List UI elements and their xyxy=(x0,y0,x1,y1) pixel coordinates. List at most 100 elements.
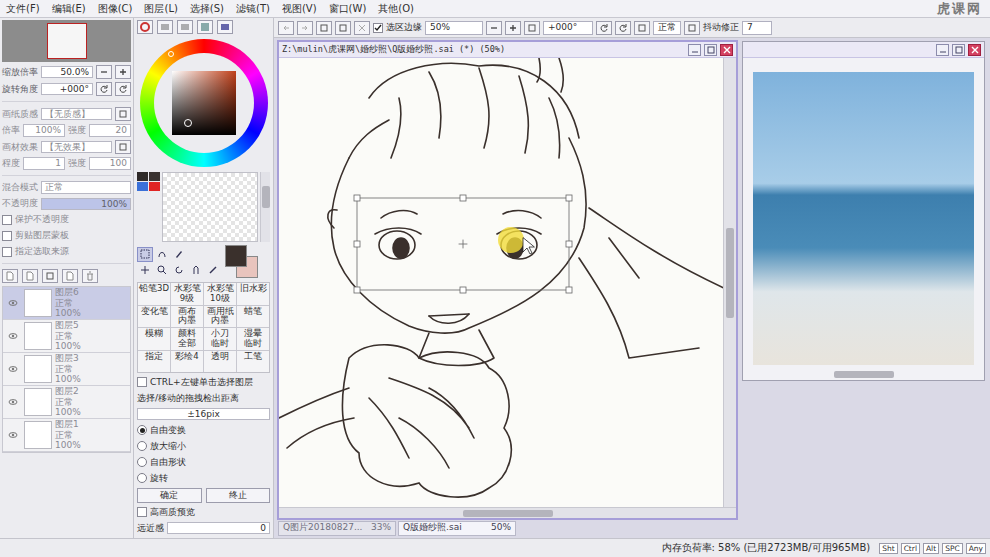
minimize-icon[interactable] xyxy=(936,44,949,56)
hq-checkbox[interactable] xyxy=(137,507,147,517)
texture-field[interactable]: 100 xyxy=(89,157,131,170)
brush-slot[interactable]: 蜡笔 xyxy=(237,306,269,328)
blend-select[interactable]: 正常 xyxy=(653,21,681,35)
transform-mode[interactable]: 放大缩小 xyxy=(137,440,270,453)
rotate-reset-icon[interactable] xyxy=(115,82,131,96)
horizontal-scrollbar[interactable] xyxy=(743,369,984,380)
brush-slot[interactable]: 变化笔 xyxy=(138,306,170,328)
layer-item[interactable]: 图层3正常100% xyxy=(3,353,130,386)
color-wheel-icon[interactable] xyxy=(137,20,153,34)
brush-slot[interactable]: 工笔 xyxy=(237,351,269,372)
scratch-pad[interactable] xyxy=(162,172,258,242)
eye-icon[interactable] xyxy=(5,362,21,377)
new-layer-icon[interactable] xyxy=(2,269,18,283)
color-swatch[interactable] xyxy=(149,172,160,181)
radio[interactable] xyxy=(137,473,147,483)
close-icon[interactable] xyxy=(968,44,981,56)
hsv-slider-icon[interactable] xyxy=(177,20,193,34)
zoom-field[interactable]: 50.0% xyxy=(41,66,93,79)
color-swatch[interactable] xyxy=(149,182,160,191)
texture-select[interactable]: 【无效果】 xyxy=(41,141,112,154)
menu-item[interactable]: 其他(O) xyxy=(378,3,414,15)
radio[interactable] xyxy=(137,441,147,451)
layer-item[interactable]: 图层1正常100% xyxy=(3,419,130,452)
rotation-select[interactable]: +000° xyxy=(543,21,593,35)
rgb-slider-icon[interactable] xyxy=(157,20,173,34)
rotate-icon[interactable] xyxy=(96,82,112,96)
layer-item[interactable]: 图层2正常100% xyxy=(3,386,130,419)
primary-color[interactable] xyxy=(225,245,247,267)
delete-layer-icon[interactable] xyxy=(82,269,98,283)
rotate-tool-icon[interactable] xyxy=(171,263,187,278)
selection-edge-checkbox[interactable] xyxy=(373,23,383,33)
magic-wand-icon[interactable] xyxy=(171,247,187,262)
redo-icon[interactable] xyxy=(297,21,313,35)
menu-item[interactable]: 图层(L) xyxy=(144,3,177,15)
drag-field[interactable]: ±16pix xyxy=(137,408,270,421)
lasso-tool-icon[interactable] xyxy=(154,247,170,262)
clear-icon[interactable] xyxy=(354,21,370,35)
transform-mode[interactable]: 自由变换 xyxy=(137,424,270,437)
menu-item[interactable]: 图像(C) xyxy=(98,3,133,15)
dropdown-icon[interactable] xyxy=(115,107,131,121)
eyedropper-icon[interactable] xyxy=(205,263,221,278)
radio[interactable] xyxy=(137,425,147,435)
color-swatch[interactable] xyxy=(137,172,148,181)
menu-item[interactable]: 视图(V) xyxy=(282,3,317,15)
menu-item[interactable]: 滤镜(T) xyxy=(236,3,270,15)
swatch-icon[interactable] xyxy=(197,20,213,34)
zoom-select[interactable]: 50% xyxy=(425,21,483,35)
menu-item[interactable]: 选择(S) xyxy=(190,3,224,15)
brush-slot[interactable]: 模糊 xyxy=(138,328,170,350)
menu-item[interactable]: 窗口(W) xyxy=(329,3,367,15)
texture-field[interactable]: 1 xyxy=(23,157,65,170)
opacity-slider[interactable]: 100% xyxy=(41,198,131,210)
brush-slot[interactable]: 湿晕 临时 xyxy=(237,328,269,350)
layer-item[interactable]: 图层6正常100% xyxy=(3,287,130,320)
maximize-icon[interactable] xyxy=(952,44,965,56)
brush-slot[interactable]: 画布 内墨 xyxy=(171,306,203,328)
invert-icon[interactable] xyxy=(335,21,351,35)
eye-icon[interactable] xyxy=(5,329,21,344)
brush-slot[interactable]: 水彩笔 9级 xyxy=(171,283,203,305)
undo-icon[interactable] xyxy=(278,21,294,35)
document-tab[interactable]: Q版婚纱照.sai50% xyxy=(398,521,516,536)
select-tool-icon[interactable] xyxy=(137,247,153,262)
rotate-right-icon[interactable] xyxy=(615,21,631,35)
empty-tool-icon[interactable] xyxy=(205,247,221,262)
ctrl-select-checkbox[interactable] xyxy=(137,377,147,387)
rotate-left-icon[interactable] xyxy=(596,21,612,35)
layer-mode-icon[interactable] xyxy=(684,21,700,35)
canvas-paper[interactable] xyxy=(279,58,723,507)
brush-slot[interactable]: 颜料 全部 xyxy=(171,328,203,350)
zoom-in-icon[interactable] xyxy=(115,65,131,79)
brush-slot[interactable]: 水彩笔 10级 xyxy=(204,283,236,305)
blend-select[interactable]: 正常 xyxy=(41,181,131,194)
menu-item[interactable]: 编辑(E) xyxy=(52,3,86,15)
hand-tool-icon[interactable] xyxy=(188,263,204,278)
document-tab[interactable]: Q图片20180827...33% xyxy=(278,521,396,536)
eye-icon[interactable] xyxy=(5,395,21,410)
radio[interactable] xyxy=(137,457,147,467)
move-tool-icon[interactable] xyxy=(137,263,153,278)
close-icon[interactable] xyxy=(720,44,733,56)
dropdown-icon[interactable] xyxy=(115,140,131,154)
flip-icon[interactable] xyxy=(634,21,650,35)
layer-option-checkbox[interactable] xyxy=(2,215,12,225)
eye-icon[interactable] xyxy=(5,296,21,311)
copy-layer-icon[interactable] xyxy=(42,269,58,283)
new-folder-icon[interactable] xyxy=(22,269,38,283)
scratch-icon[interactable] xyxy=(217,20,233,34)
zoom-out-icon[interactable] xyxy=(96,65,112,79)
rotate-field[interactable]: +000° xyxy=(41,83,93,96)
brush-slot[interactable]: 指定 xyxy=(138,351,170,372)
texture-select[interactable]: 【无质感】 xyxy=(41,108,112,121)
transform-mode[interactable]: 旋转 xyxy=(137,472,270,485)
cancel-button[interactable]: 终止 xyxy=(206,488,271,503)
zoom-tool-icon[interactable] xyxy=(154,263,170,278)
deselect-icon[interactable] xyxy=(316,21,332,35)
stabilizer-field[interactable]: 7 xyxy=(742,21,772,35)
zoom-in-icon[interactable] xyxy=(505,21,521,35)
layer-option-checkbox[interactable] xyxy=(2,247,12,257)
eye-icon[interactable] xyxy=(5,428,21,443)
